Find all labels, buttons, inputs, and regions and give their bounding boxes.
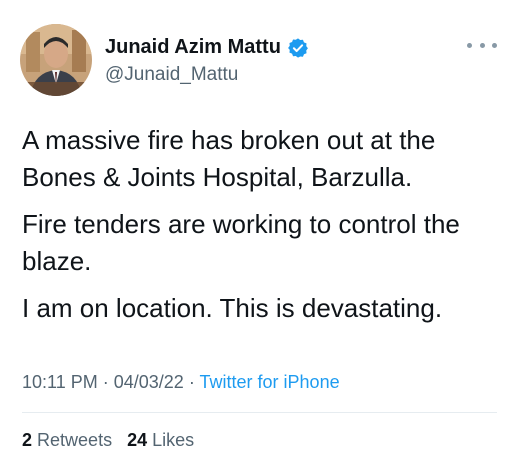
tweet-time[interactable]: 10:11 PM	[22, 372, 98, 392]
verified-badge-icon	[287, 37, 309, 59]
likes-label: Likes	[152, 430, 195, 450]
tweet-source-link[interactable]: Twitter for iPhone	[200, 372, 340, 392]
tweet-paragraph: I am on location. This is devastating.	[22, 293, 443, 323]
divider	[22, 412, 497, 413]
tweet-text: A massive fire has broken out at the Bon…	[22, 122, 502, 337]
tweet-paragraph: A massive fire has broken out at the Bon…	[22, 125, 436, 192]
engagement-stats: 2 Retweets 24 Likes	[22, 430, 194, 450]
tweet-date[interactable]: 04/03/22	[114, 372, 184, 392]
avatar[interactable]	[20, 24, 92, 96]
meta-separator: ·	[188, 372, 195, 392]
likes-count: 24	[127, 430, 148, 450]
retweets-stat[interactable]: 2 Retweets	[22, 430, 112, 450]
likes-stat[interactable]: 24 Likes	[127, 430, 194, 450]
author-name-row: Junaid Azim Mattu	[105, 36, 309, 59]
tweet-card: Junaid Azim Mattu @Junaid_Mattu A massiv…	[0, 0, 515, 450]
display-name[interactable]: Junaid Azim Mattu	[105, 36, 281, 59]
tweet-meta: 10:11 PM · 04/03/22 · Twitter for iPhone	[22, 372, 340, 393]
profile-photo-icon	[20, 24, 92, 96]
more-options-icon[interactable]	[467, 36, 497, 54]
tweet-paragraph: Fire tenders are working to control the …	[22, 209, 460, 276]
retweets-count: 2	[22, 430, 33, 450]
meta-separator: ·	[102, 372, 109, 392]
retweets-label: Retweets	[37, 430, 113, 450]
user-handle[interactable]: @Junaid_Mattu	[105, 64, 238, 86]
